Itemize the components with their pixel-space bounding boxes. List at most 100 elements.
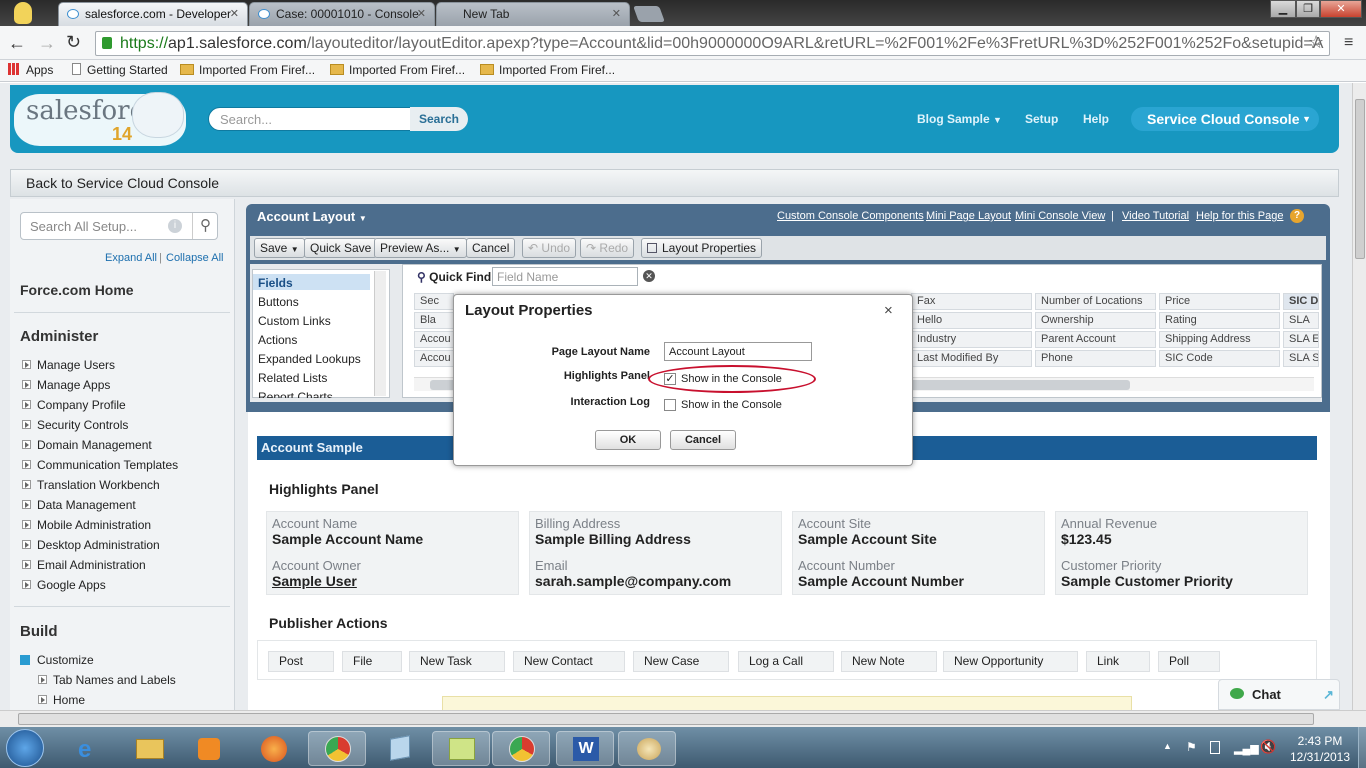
firefox-icon[interactable] [244, 731, 302, 766]
palette-item-fields[interactable]: Fields [258, 276, 293, 290]
field-chip[interactable]: Ownership [1035, 312, 1156, 329]
sidebar-item-domain-management[interactable]: Domain Management [22, 438, 152, 452]
video-tutorial-link[interactable]: Video Tutorial [1122, 210, 1189, 222]
account-owner-link[interactable]: Sample User [272, 573, 357, 589]
back-to-console-bar[interactable]: Back to Service Cloud Console [10, 169, 1339, 197]
publisher-action[interactable]: Post [268, 651, 334, 672]
save-button[interactable]: Save ▼ [254, 238, 305, 258]
sidebar-item-data-management[interactable]: Data Management [22, 498, 136, 512]
word-icon[interactable]: W [556, 731, 614, 766]
minimize-button[interactable]: ▁ [1270, 0, 1296, 18]
sidebar-item-security-controls[interactable]: Security Controls [22, 418, 128, 432]
field-chip[interactable]: SIC De [1283, 293, 1319, 310]
sidebar-item-desktop-administration[interactable]: Desktop Administration [22, 538, 160, 552]
palette-item-expanded-lookups[interactable]: Expanded Lookups [258, 352, 361, 366]
interaction-log-checkbox[interactable] [664, 399, 676, 411]
setup-search-input[interactable]: Search All Setup... [20, 212, 218, 240]
field-chip[interactable]: Last Modified By [911, 350, 1032, 367]
field-chip[interactable]: Accou [414, 331, 454, 348]
popout-icon[interactable]: ↗ [1323, 680, 1334, 709]
page-horizontal-scrollbar[interactable] [0, 710, 1366, 727]
close-icon[interactable]: ✕ [230, 7, 239, 20]
mini-page-layout-link[interactable]: Mini Page Layout [926, 210, 1011, 222]
sidebar-item-email-administration[interactable]: Email Administration [22, 558, 146, 572]
app-cube-icon[interactable] [370, 731, 428, 766]
help-for-page-link[interactable]: Help for this Page [1196, 210, 1283, 222]
user-menu-blog-sample[interactable]: Blog Sample ▼ [917, 112, 1002, 126]
force-home-link[interactable]: Force.com Home [20, 282, 134, 298]
close-icon[interactable]: ✕ [417, 7, 426, 20]
device-icon[interactable] [1210, 741, 1220, 754]
field-chip[interactable]: Number of Locations [1035, 293, 1156, 310]
global-search-button[interactable]: Search [410, 107, 468, 131]
field-chip[interactable]: Sec [414, 293, 454, 310]
chrome-menu-icon[interactable]: ≡ [1344, 34, 1353, 52]
sidebar-item-home[interactable]: Home [38, 693, 85, 707]
field-chip[interactable]: SLA S [1283, 350, 1319, 367]
chrome-icon[interactable] [308, 731, 366, 766]
close-icon[interactable]: ✕ [612, 7, 621, 20]
scroll-thumb[interactable] [18, 713, 1314, 725]
field-chip[interactable]: Rating [1159, 312, 1280, 329]
system-clock[interactable]: 2:43 PM 12/31/2013 [1284, 733, 1356, 765]
field-chip[interactable]: Phone [1035, 350, 1156, 367]
publisher-action[interactable]: New Opportunity [943, 651, 1078, 672]
reload-icon[interactable]: ↻ [66, 32, 81, 53]
salesforce-logo[interactable]: salesforce 14 [14, 88, 186, 146]
bookmark-folder-3[interactable]: Imported From Firef... [480, 63, 615, 77]
close-window-button[interactable]: ✕ [1320, 0, 1362, 18]
chrome-icon[interactable] [492, 731, 550, 766]
cancel-layout-button[interactable]: Cancel [466, 238, 516, 258]
browser-tab-console[interactable]: Case: 00001010 - Console ✕ [249, 2, 435, 26]
info-icon[interactable]: i [168, 219, 182, 233]
palette-item-report-charts[interactable]: Report Charts [258, 390, 333, 398]
publisher-action[interactable]: New Task [409, 651, 505, 672]
palette-item-buttons[interactable]: Buttons [258, 295, 299, 309]
palette-item-actions[interactable]: Actions [258, 333, 297, 347]
redo-button[interactable]: ↷ Redo [580, 238, 635, 258]
field-chip[interactable]: SLA [1283, 312, 1319, 329]
collapse-all-link[interactable]: Collapse All [166, 252, 223, 264]
sidebar-item-tab-names[interactable]: Tab Names and Labels [38, 673, 176, 687]
global-search-input[interactable]: Search... [220, 112, 410, 127]
palette-scrollbar[interactable] [374, 271, 386, 396]
show-desktop-button[interactable] [1358, 727, 1366, 768]
field-chip[interactable]: SIC Code [1159, 350, 1280, 367]
sidebar-item-google-apps[interactable]: Google Apps [22, 578, 106, 592]
app-switcher[interactable]: Service Cloud Console ▼ [1131, 107, 1319, 131]
network-signal-icon[interactable]: ▂▄▆ [1234, 742, 1259, 755]
sidebar-item-company-profile[interactable]: Company Profile [22, 398, 126, 412]
page-layout-name-input[interactable] [664, 342, 812, 361]
browser-tab-developer[interactable]: salesforce.com - Developer ✕ [58, 2, 248, 26]
layout-properties-button[interactable]: Layout Properties [641, 238, 763, 258]
sidebar-item-customize[interactable]: Customize [20, 653, 94, 667]
field-chip[interactable]: Shipping Address [1159, 331, 1280, 348]
sticky-notes-icon[interactable] [432, 731, 490, 766]
field-chip[interactable]: Industry [911, 331, 1032, 348]
expand-all-link[interactable]: Expand All [105, 252, 157, 264]
show-hidden-icons[interactable]: ▲ [1163, 741, 1172, 751]
setup-link[interactable]: Setup [1025, 112, 1058, 126]
bookmark-folder-1[interactable]: Imported From Firef... [180, 63, 315, 77]
internet-explorer-icon[interactable]: e [60, 731, 118, 766]
field-chip[interactable]: Hello [911, 312, 1032, 329]
undo-button[interactable]: ↶ Undo [522, 238, 577, 258]
field-chip[interactable]: Price [1159, 293, 1280, 310]
field-chip[interactable]: Fax [911, 293, 1032, 310]
search-icon[interactable]: ⚲ [192, 213, 218, 239]
page-vertical-scrollbar[interactable] [1352, 83, 1366, 710]
restore-button[interactable]: ❐ [1296, 0, 1320, 18]
new-tab-button[interactable] [633, 6, 665, 22]
bookmark-folder-2[interactable]: Imported From Firef... [330, 63, 465, 77]
publisher-action[interactable]: Log a Call [738, 651, 834, 672]
sidebar-item-mobile-administration[interactable]: Mobile Administration [22, 518, 151, 532]
close-icon[interactable]: × [884, 302, 893, 319]
cancel-button[interactable]: Cancel [670, 430, 736, 450]
help-icon[interactable]: ? [1290, 209, 1304, 223]
palette-item-custom-links[interactable]: Custom Links [258, 314, 331, 328]
publisher-action[interactable]: File [342, 651, 402, 672]
forward-arrow-icon[interactable]: → [38, 33, 56, 54]
custom-console-components-link[interactable]: Custom Console Components [777, 210, 924, 222]
sidebar-item-communication-templates[interactable]: Communication Templates [22, 458, 178, 472]
publisher-action[interactable]: New Note [841, 651, 937, 672]
